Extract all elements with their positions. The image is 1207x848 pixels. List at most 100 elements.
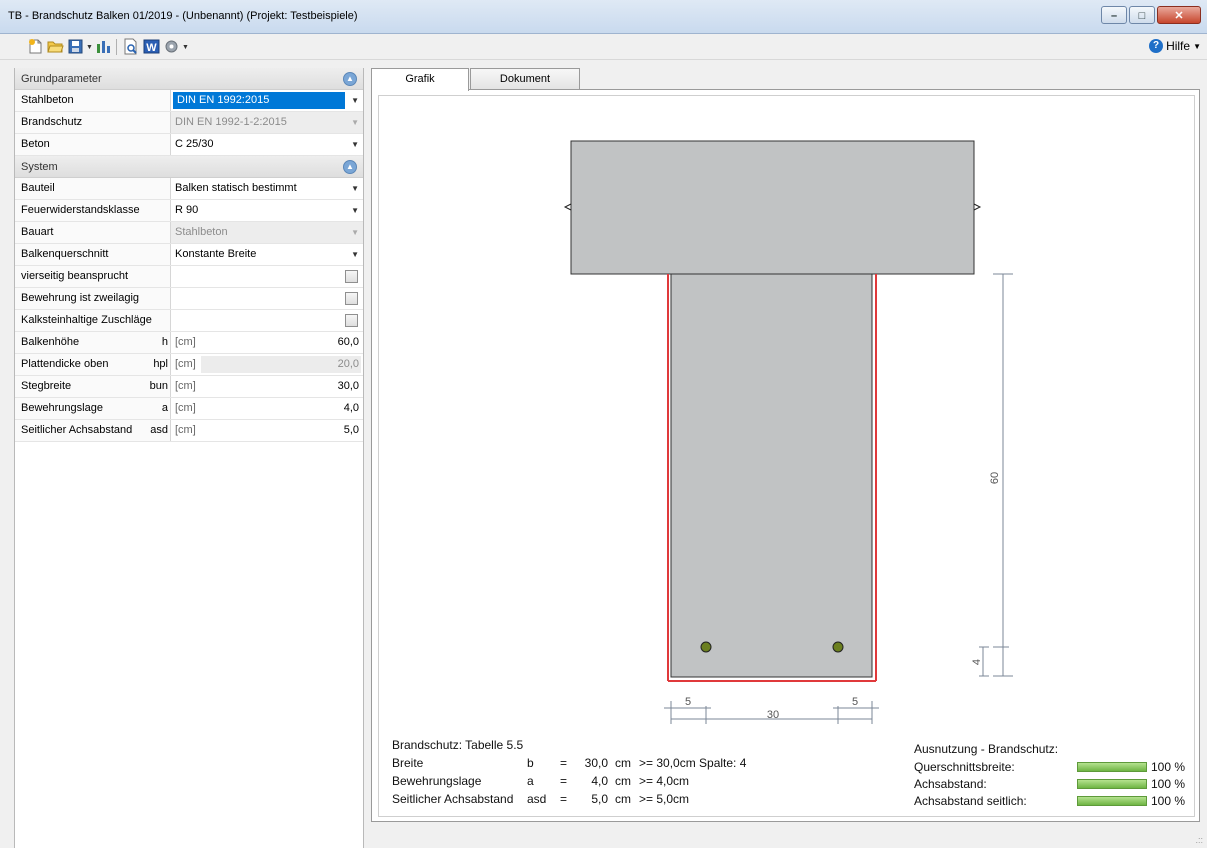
stahlbeton-select[interactable]: DIN EN 1992:2015 (173, 92, 345, 109)
chevron-down-icon[interactable]: ▼ (351, 244, 359, 265)
row-label: Bewehrungslage (21, 402, 103, 414)
row-symbol: hpl (153, 358, 168, 370)
row-label: Bauteil (15, 178, 171, 199)
maximize-button[interactable]: □ (1129, 6, 1155, 24)
kalkstein-checkbox[interactable] (345, 314, 358, 327)
word-export-icon[interactable]: W (143, 38, 160, 55)
flange-slab (570, 140, 975, 275)
beton-select[interactable]: C 25/30 (175, 134, 214, 155)
feuerwiderstandsklasse-select[interactable]: R 90 (175, 200, 198, 221)
row-beton[interactable]: Beton C 25/30 ▼ (15, 134, 363, 156)
collapse-icon[interactable]: ▲ (343, 72, 357, 86)
bauteil-select[interactable]: Balken statisch bestimmt (175, 178, 297, 199)
row-kalkstein[interactable]: Kalksteinhaltige Zuschläge (15, 310, 363, 332)
section-system[interactable]: System ▲ (15, 156, 363, 178)
close-button[interactable]: ✕ (1157, 6, 1201, 24)
utilization-heading: Ausnutzung - Brandschutz: (914, 742, 1059, 756)
tab-grafik[interactable]: Grafik (371, 68, 469, 91)
row-bauart: Bauart Stahlbeton ▼ (15, 222, 363, 244)
results-heading: Brandschutz: Tabelle 5.5 (392, 738, 524, 752)
row-unit: [cm] (175, 380, 196, 392)
utilization-bar (1077, 762, 1147, 772)
row-zweilagig[interactable]: Bewehrung ist zweilagig (15, 288, 363, 310)
row-unit: [cm] (175, 336, 196, 348)
zweilagig-checkbox[interactable] (345, 292, 358, 305)
chevron-down-icon[interactable]: ▼ (351, 200, 359, 221)
settings-gear-icon[interactable] (163, 38, 180, 55)
settings-dropdown-icon[interactable]: ▼ (182, 44, 189, 51)
minimize-button[interactable]: – (1101, 6, 1127, 24)
help-dropdown-icon: ▼ (1193, 41, 1201, 51)
row-stahlbeton[interactable]: Stahlbeton DIN EN 1992:2015 ▼ (15, 90, 363, 112)
print-preview-icon[interactable] (122, 38, 139, 55)
property-grid: Grundparameter ▲ Stahlbeton DIN EN 1992:… (14, 68, 364, 848)
drawing-area: 60 4 5 5 30 Brandschutz: Tabelle 5.5 Bre… (378, 95, 1195, 817)
chevron-down-icon[interactable]: ▼ (351, 178, 359, 199)
help-button[interactable]: ? Hilfe ▼ (1149, 39, 1201, 53)
row-plattendicke: Plattendicke oben hpl [cm] 20,0 (15, 354, 363, 376)
resize-grip-icon[interactable]: .:: (1195, 835, 1203, 845)
collapse-icon[interactable]: ▲ (343, 160, 357, 174)
result-symbol: asd (527, 792, 547, 806)
tab-bar: Grafik Dokument (371, 68, 1207, 91)
row-balkenhoehe[interactable]: Balkenhöhe h [cm] 60,0 (15, 332, 363, 354)
utilization-label: Querschnittsbreite: (914, 760, 1015, 774)
balkenhoehe-input[interactable]: 60,0 (338, 332, 359, 353)
title-bar: TB - Brandschutz Balken 01/2019 - (Unben… (0, 0, 1207, 34)
row-balkenquerschnitt[interactable]: Balkenquerschnitt Konstante Breite ▼ (15, 244, 363, 266)
export-icon[interactable] (95, 38, 112, 55)
row-label: vierseitig beansprucht (15, 266, 171, 287)
row-symbol: asd (150, 424, 168, 436)
dim-height-label: 60 (989, 472, 1001, 484)
save-icon[interactable] (67, 38, 84, 55)
tab-dokument[interactable]: Dokument (470, 68, 580, 90)
row-label: Kalksteinhaltige Zuschläge (15, 310, 171, 331)
dim-a-label: 4 (971, 659, 983, 665)
section-label: Grundparameter (21, 73, 102, 85)
result-label: Breite (392, 756, 424, 770)
help-label: Hilfe (1166, 39, 1191, 53)
chevron-down-icon[interactable]: ▼ (351, 134, 359, 155)
row-label: Bauart (15, 222, 171, 243)
result-value: 5,0 (591, 792, 608, 806)
chevron-down-icon[interactable]: ▼ (351, 90, 359, 111)
plattendicke-input: 20,0 (337, 358, 359, 370)
row-symbol: h (161, 336, 168, 348)
section-label: System (21, 161, 58, 173)
row-symbol: a (161, 402, 168, 414)
rebar-left (700, 641, 712, 653)
maximize-icon: □ (1138, 10, 1146, 22)
row-bewehrungslage[interactable]: Bewehrungslage a [cm] 4,0 (15, 398, 363, 420)
row-symbol: bun (149, 380, 168, 392)
row-bauteil[interactable]: Bauteil Balken statisch bestimmt ▼ (15, 178, 363, 200)
row-label: Seitlicher Achsabstand (21, 424, 133, 436)
stegbreite-input[interactable]: 30,0 (338, 376, 359, 397)
help-icon: ? (1149, 39, 1164, 53)
balkenquerschnitt-select[interactable]: Konstante Breite (175, 244, 256, 265)
bauart-select: Stahlbeton (175, 226, 228, 238)
row-vierseitig[interactable]: vierseitig beansprucht (15, 266, 363, 288)
result-label: Bewehrungslage (392, 774, 482, 788)
bewehrungslage-input[interactable]: 4,0 (344, 398, 359, 419)
achsabstand-input[interactable]: 5,0 (344, 420, 359, 441)
graphic-panel: 60 4 5 5 30 Brandschutz: Tabelle 5.5 Bre… (371, 89, 1200, 822)
vierseitig-checkbox[interactable] (345, 270, 358, 283)
row-brandschutz: Brandschutz DIN EN 1992-1-2:2015 ▼ (15, 112, 363, 134)
new-document-icon[interactable] (27, 38, 44, 55)
row-label: Balkenquerschnitt (15, 244, 171, 265)
row-achsabstand[interactable]: Seitlicher Achsabstand asd [cm] 5,0 (15, 420, 363, 442)
row-label: Stegbreite (21, 380, 72, 392)
row-feuerwiderstandsklasse[interactable]: Feuerwiderstandsklasse R 90 ▼ (15, 200, 363, 222)
toolbar: ▼ W ▼ ? Hilfe ▼ (0, 34, 1207, 60)
save-dropdown-icon[interactable]: ▼ (86, 44, 93, 51)
result-unit: cm (615, 756, 631, 770)
section-grundparameter[interactable]: Grundparameter ▲ (15, 68, 363, 90)
utilization-label: Achsabstand seitlich: (914, 794, 1027, 808)
row-stegbreite[interactable]: Stegbreite bun [cm] 30,0 (15, 376, 363, 398)
open-folder-icon[interactable] (47, 38, 64, 55)
window-title: TB - Brandschutz Balken 01/2019 - (Unben… (8, 10, 358, 22)
close-icon: ✕ (1174, 10, 1184, 22)
result-compare: >= 30,0cm Spalte: 4 (639, 756, 747, 770)
result-compare: >= 5,0cm (639, 792, 690, 806)
row-label: Beton (15, 134, 171, 155)
